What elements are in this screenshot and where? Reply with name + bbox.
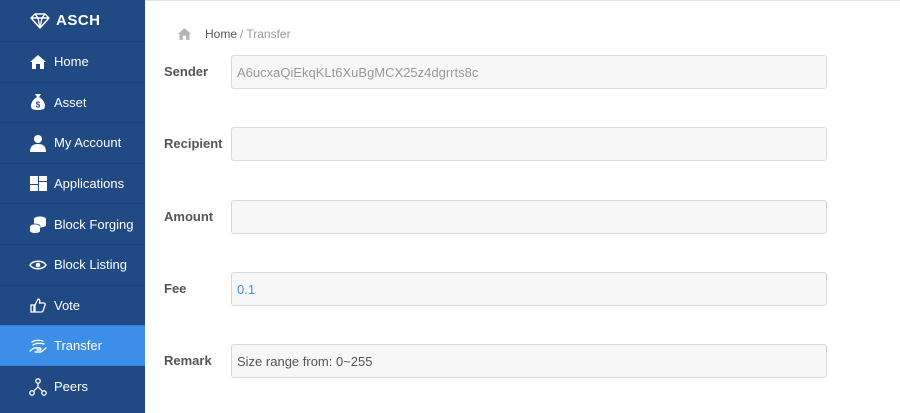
sender-field[interactable] [231, 55, 827, 89]
money-bag-icon: $ [28, 92, 48, 112]
sidebar-item-block-listing[interactable]: Block Listing [0, 243, 145, 285]
thumbs-up-icon [28, 295, 48, 315]
sidebar-item-home[interactable]: Home [0, 41, 145, 82]
diamond-icon [30, 12, 50, 29]
recipient-label: Recipient [164, 136, 223, 151]
recipient-field[interactable] [231, 127, 827, 161]
eye-icon [28, 255, 48, 275]
sidebar-item-label: Block Forging [54, 216, 134, 232]
fee-field[interactable] [231, 272, 827, 306]
sidebar-item-label: Asset [54, 94, 87, 110]
remark-row: Remark [164, 344, 827, 378]
breadcrumb: Home / Transfer [177, 27, 291, 41]
recipient-row: Recipient [164, 127, 827, 161]
sidebar-item-label: Vote [54, 297, 81, 313]
amount-row: Amount [164, 200, 827, 234]
amount-field[interactable] [231, 200, 827, 234]
sidebar-item-label: Applications [54, 176, 125, 192]
user-icon [28, 133, 48, 153]
coin-stack-icon [28, 214, 48, 234]
brand-logo[interactable]: ASCH [0, 0, 145, 41]
sidebar-item-label: My Account [54, 135, 122, 151]
sidebar-item-peers[interactable]: Peers [0, 365, 145, 407]
sender-row: Sender [164, 55, 827, 89]
main-content: Home / Transfer Sender Recipient Amount … [145, 0, 900, 413]
sidebar: ASCH Home $ Asset My Account Application… [0, 0, 145, 413]
sidebar-item-label: Transfer [54, 338, 102, 354]
sidebar-item-label: Block Listing [54, 257, 127, 273]
sidebar-item-label: Peers [54, 379, 88, 395]
sender-label: Sender [164, 64, 209, 79]
home-icon[interactable] [177, 27, 192, 41]
network-icon [28, 377, 48, 397]
home-icon [28, 52, 48, 72]
breadcrumb-separator: / [240, 27, 244, 41]
breadcrumb-home-link[interactable]: Home [205, 27, 237, 41]
amount-label: Amount [164, 209, 214, 224]
remark-label: Remark [164, 353, 212, 368]
fee-row: Fee [164, 272, 827, 306]
sidebar-item-label: Home [54, 54, 89, 70]
remark-field[interactable] [231, 344, 827, 378]
transfer-hand-icon [28, 336, 48, 356]
sidebar-item-applications[interactable]: Applications [0, 162, 145, 204]
svg-text:$: $ [36, 101, 41, 110]
grid-icon [28, 174, 48, 194]
fee-label: Fee [164, 281, 187, 296]
brand-name: ASCH [56, 12, 101, 29]
breadcrumb-current: Transfer [246, 27, 291, 41]
sidebar-item-my-account[interactable]: My Account [0, 122, 145, 163]
sidebar-item-transfer[interactable]: Transfer [0, 325, 145, 366]
sidebar-item-block-forging[interactable]: Block Forging [0, 203, 145, 244]
sidebar-item-asset[interactable]: $ Asset [0, 81, 145, 123]
sidebar-item-vote[interactable]: Vote [0, 284, 145, 326]
